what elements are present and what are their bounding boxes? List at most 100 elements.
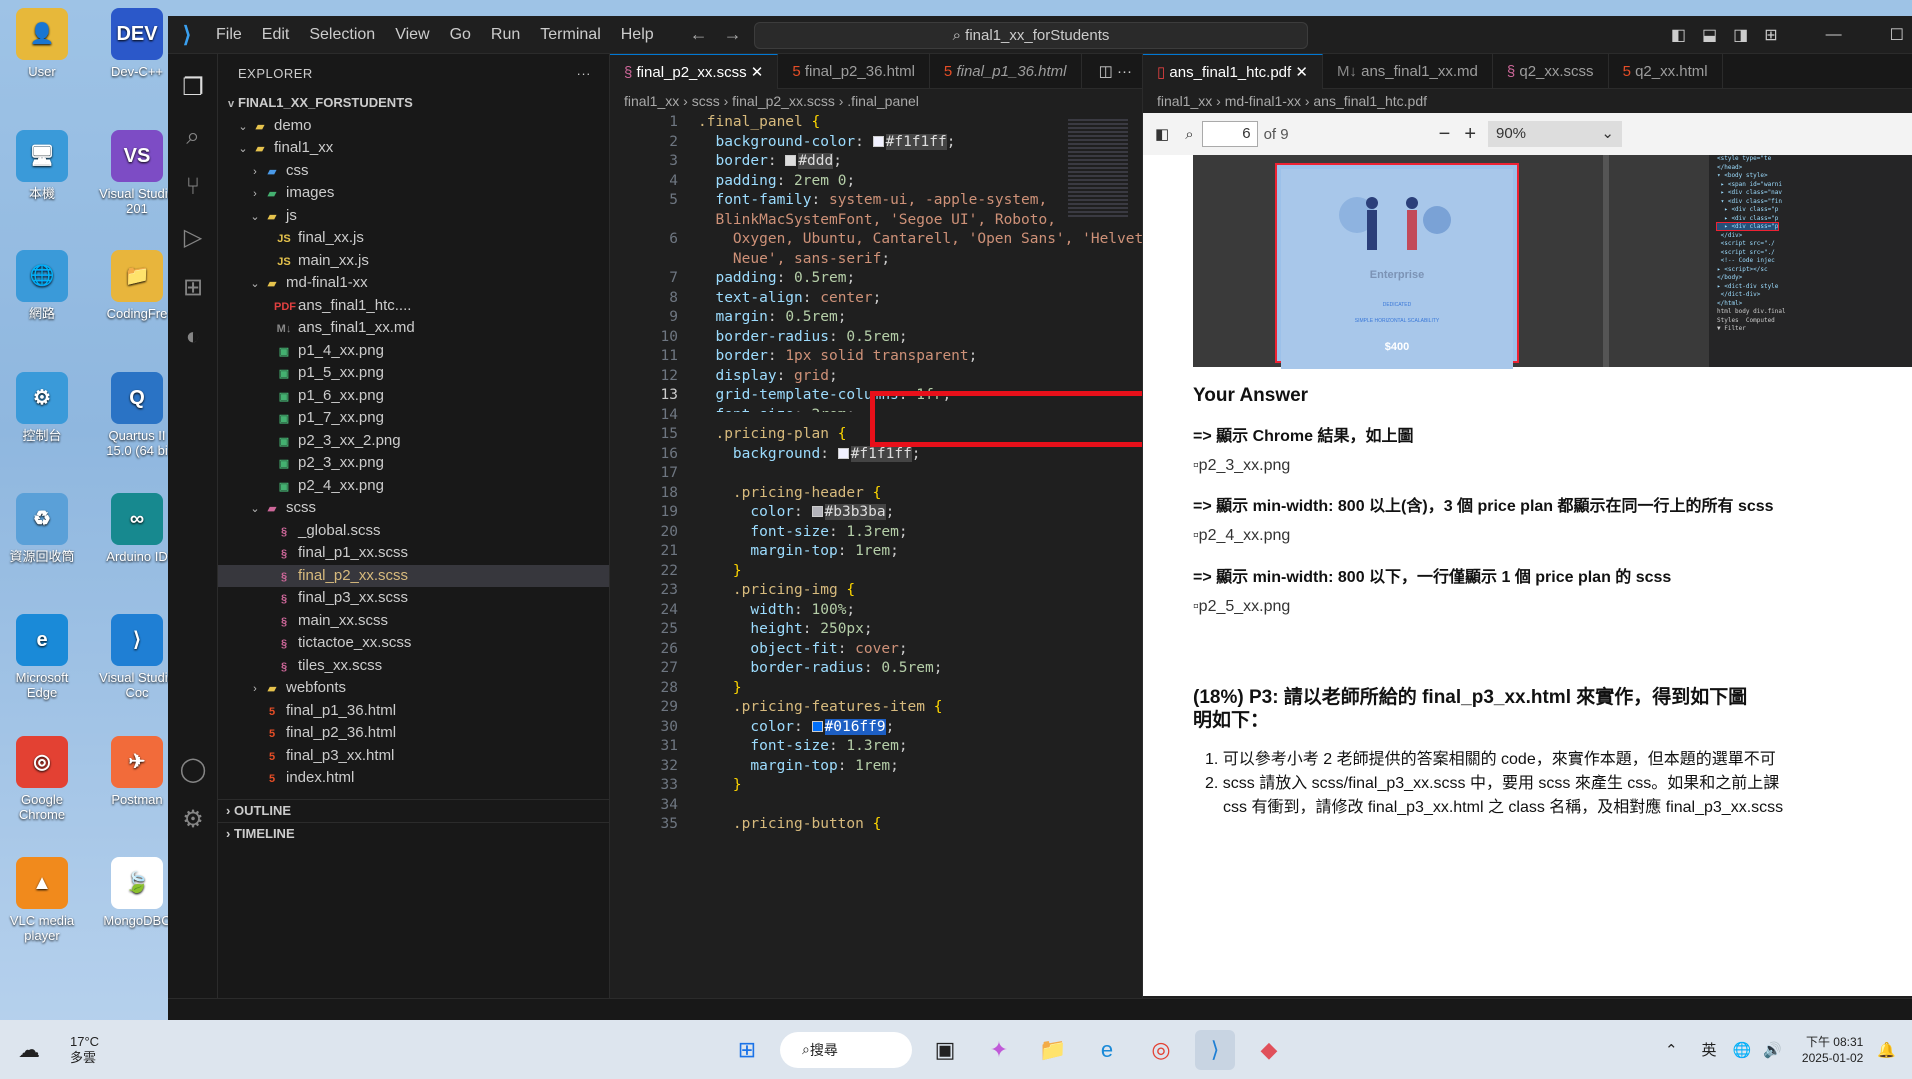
app-icon[interactable]: ◆ (1249, 1030, 1289, 1070)
file-item[interactable]: 5 index.html (218, 767, 609, 790)
folder-item[interactable]: ⌄ ▰ demo (218, 115, 609, 138)
zoom-out-icon[interactable]: − (1439, 123, 1451, 146)
workspace-root[interactable]: v FINAL1_XX_FORSTUDENTS (218, 92, 609, 115)
forward-arrow-icon[interactable]: → (724, 24, 742, 44)
pdf-tab[interactable]: 5 q2_xx.html (1609, 54, 1723, 89)
desktop-icon[interactable]: 👤 User (0, 8, 84, 79)
vscode-taskbar-icon[interactable]: ⟩ (1195, 1029, 1235, 1070)
file-item[interactable]: ▣ p1_4_xx.png (218, 340, 609, 363)
file-item[interactable]: ▣ p2_4_xx.png (218, 475, 609, 498)
toggle-panel-icon[interactable]: ⬓ (1702, 25, 1717, 45)
minimize-icon[interactable]: — (1826, 26, 1842, 44)
file-item[interactable]: JS final_xx.js (218, 227, 609, 250)
chrome-icon[interactable]: ◎ (1141, 1030, 1181, 1070)
file-item[interactable]: § final_p3_xx.scss (218, 587, 609, 610)
command-center-search[interactable]: ⌕ final1_xx_forStudents (754, 22, 1308, 49)
file-item[interactable]: 5 final_p1_36.html (218, 700, 609, 723)
sidebar-toggle-icon[interactable]: ◧ (1155, 125, 1169, 143)
file-item[interactable]: M↓ ans_final1_xx.md (218, 317, 609, 340)
close-icon[interactable]: ✕ (1291, 64, 1308, 81)
split-handle[interactable] (1603, 155, 1609, 367)
maximize-icon[interactable]: ☐ (1890, 25, 1904, 45)
zoom-select[interactable]: 90% ⌄ (1488, 121, 1622, 147)
folder-item[interactable]: ⌄ ▰ final1_xx (218, 137, 609, 160)
layout-icon[interactable]: ⊞ (1764, 25, 1777, 45)
file-item[interactable]: § tictactoe_xx.scss (218, 632, 609, 655)
file-item[interactable]: § final_p1_xx.scss (218, 542, 609, 565)
desktop-icon[interactable]: 🍃 MongoDBC (95, 857, 179, 928)
file-item[interactable]: PDF ans_final1_htc.... (218, 295, 609, 318)
run-debug-icon[interactable]: ▷ (168, 212, 218, 262)
menu-item[interactable]: File (216, 26, 242, 44)
pdf-tab[interactable]: ▯ ans_final1_htc.pdf ✕ (1143, 54, 1323, 89)
weather-widget[interactable]: 17°C 多雲 (70, 1034, 220, 1066)
file-item[interactable]: ▣ p1_6_xx.png (218, 385, 609, 408)
menu-item[interactable]: Terminal (540, 26, 600, 44)
desktop-icon[interactable]: e Microsoft Edge (0, 614, 84, 700)
pdf-breadcrumb[interactable]: final1_xx › md-final1-xx › ans_final1_ht… (1143, 89, 1912, 113)
desktop-icon[interactable]: Q Quartus II 15.0 (64 bi (95, 372, 179, 458)
desktop-icon[interactable]: 📁 CodingFre (95, 250, 179, 321)
code-area[interactable]: 1 .final_panel {2 background-color: #f1f1… (610, 113, 1142, 1020)
task-view-icon[interactable]: ▣ (925, 1030, 965, 1070)
extensions-icon[interactable]: ⊞ (168, 262, 218, 312)
settings-gear-icon[interactable]: ⚙ (168, 794, 218, 844)
file-item[interactable]: 5 final_p2_36.html (218, 722, 609, 745)
file-item[interactable]: § main_xx.scss (218, 610, 609, 633)
folder-item[interactable]: › ▰ webfonts (218, 677, 609, 700)
color-swatch[interactable] (785, 155, 797, 166)
desktop-icon[interactable]: 🌐 網路 (0, 250, 84, 321)
pdf-search-icon[interactable]: ⌕ (1185, 126, 1193, 143)
taskbar-search[interactable]: ⌕ 搜尋 (780, 1031, 912, 1068)
file-item[interactable]: § tiles_xx.scss (218, 655, 609, 678)
file-item[interactable]: ▣ p2_3_xx_2.png (218, 430, 609, 453)
menu-item[interactable]: Go (450, 26, 471, 44)
folder-item[interactable]: › ▰ css (218, 160, 609, 183)
more-actions-icon[interactable]: ··· (577, 66, 592, 81)
file-item[interactable]: 5 final_p3_xx.html (218, 745, 609, 768)
more-actions-icon[interactable]: ··· (1117, 63, 1132, 80)
color-swatch[interactable] (872, 135, 884, 147)
menu-item[interactable]: Help (621, 26, 654, 44)
desktop-icon[interactable]: ⟩ Visual Studio Coc (95, 614, 179, 700)
color-swatch[interactable] (837, 447, 849, 459)
editor-breadcrumb[interactable]: final1_xx › scss › final_p2_xx.scss › .f… (610, 89, 1142, 113)
weather-icon[interactable]: ☁ (0, 1037, 70, 1063)
copilot-icon[interactable]: ✦ (979, 1030, 1019, 1070)
pdf-tab[interactable]: M↓ ans_final1_xx.md (1323, 54, 1493, 89)
desktop-icon[interactable]: ∞ Arduino ID (95, 493, 179, 564)
zoom-in-icon[interactable]: + (1464, 123, 1476, 146)
clock[interactable]: 下午 08:31 2025-01-02 (1802, 1034, 1863, 1066)
page-number-input[interactable]: 6 (1201, 121, 1258, 147)
explorer-icon[interactable]: ❐ (168, 62, 218, 112)
file-item[interactable]: ▣ p1_5_xx.png (218, 362, 609, 385)
account-icon[interactable]: ◯ (168, 744, 218, 794)
file-item[interactable]: ▣ p2_3_xx.png (218, 452, 609, 475)
folder-item[interactable]: › ▰ images (218, 182, 609, 205)
desktop-icon[interactable]: 🖥 本機 (0, 130, 84, 201)
remote-icon[interactable]: ◐ (168, 312, 218, 362)
close-icon[interactable]: ✕ (747, 64, 764, 81)
menu-item[interactable]: View (395, 26, 429, 44)
desktop-icon[interactable]: ✈ Postman (95, 736, 179, 807)
source-control-icon[interactable]: ⑂ (168, 162, 218, 212)
file-item[interactable]: § final_p2_xx.scss (218, 564, 609, 587)
outline-section[interactable]: › OUTLINE (218, 799, 609, 821)
folder-item[interactable]: ⌄ ▰ scss (218, 497, 609, 520)
folder-item[interactable]: ⌄ ▰ md-final1-xx (218, 272, 609, 295)
color-swatch[interactable] (811, 720, 823, 732)
toggle-secondary-icon[interactable]: ◨ (1733, 25, 1748, 45)
split-editor-icon[interactable]: ◫ (1099, 63, 1117, 80)
desktop-icon[interactable]: ▲ VLC media player (0, 857, 84, 943)
back-arrow-icon[interactable]: ← (690, 24, 708, 44)
timeline-section[interactable]: › TIMELINE (218, 822, 609, 844)
file-item[interactable]: JS main_xx.js (218, 250, 609, 273)
search-icon[interactable]: ⌕ (168, 112, 218, 162)
editor-tab[interactable]: § final_p2_xx.scss ✕ (610, 54, 779, 89)
editor-tab[interactable]: 5 final_p1_36.html (930, 54, 1082, 89)
start-icon[interactable]: ⊞ (727, 1030, 767, 1070)
toggle-sidebar-icon[interactable]: ◧ (1671, 25, 1686, 45)
volume-icon[interactable]: 🔊 (1763, 1041, 1782, 1059)
file-item[interactable]: ▣ p1_7_xx.png (218, 407, 609, 430)
color-swatch[interactable] (811, 506, 823, 517)
